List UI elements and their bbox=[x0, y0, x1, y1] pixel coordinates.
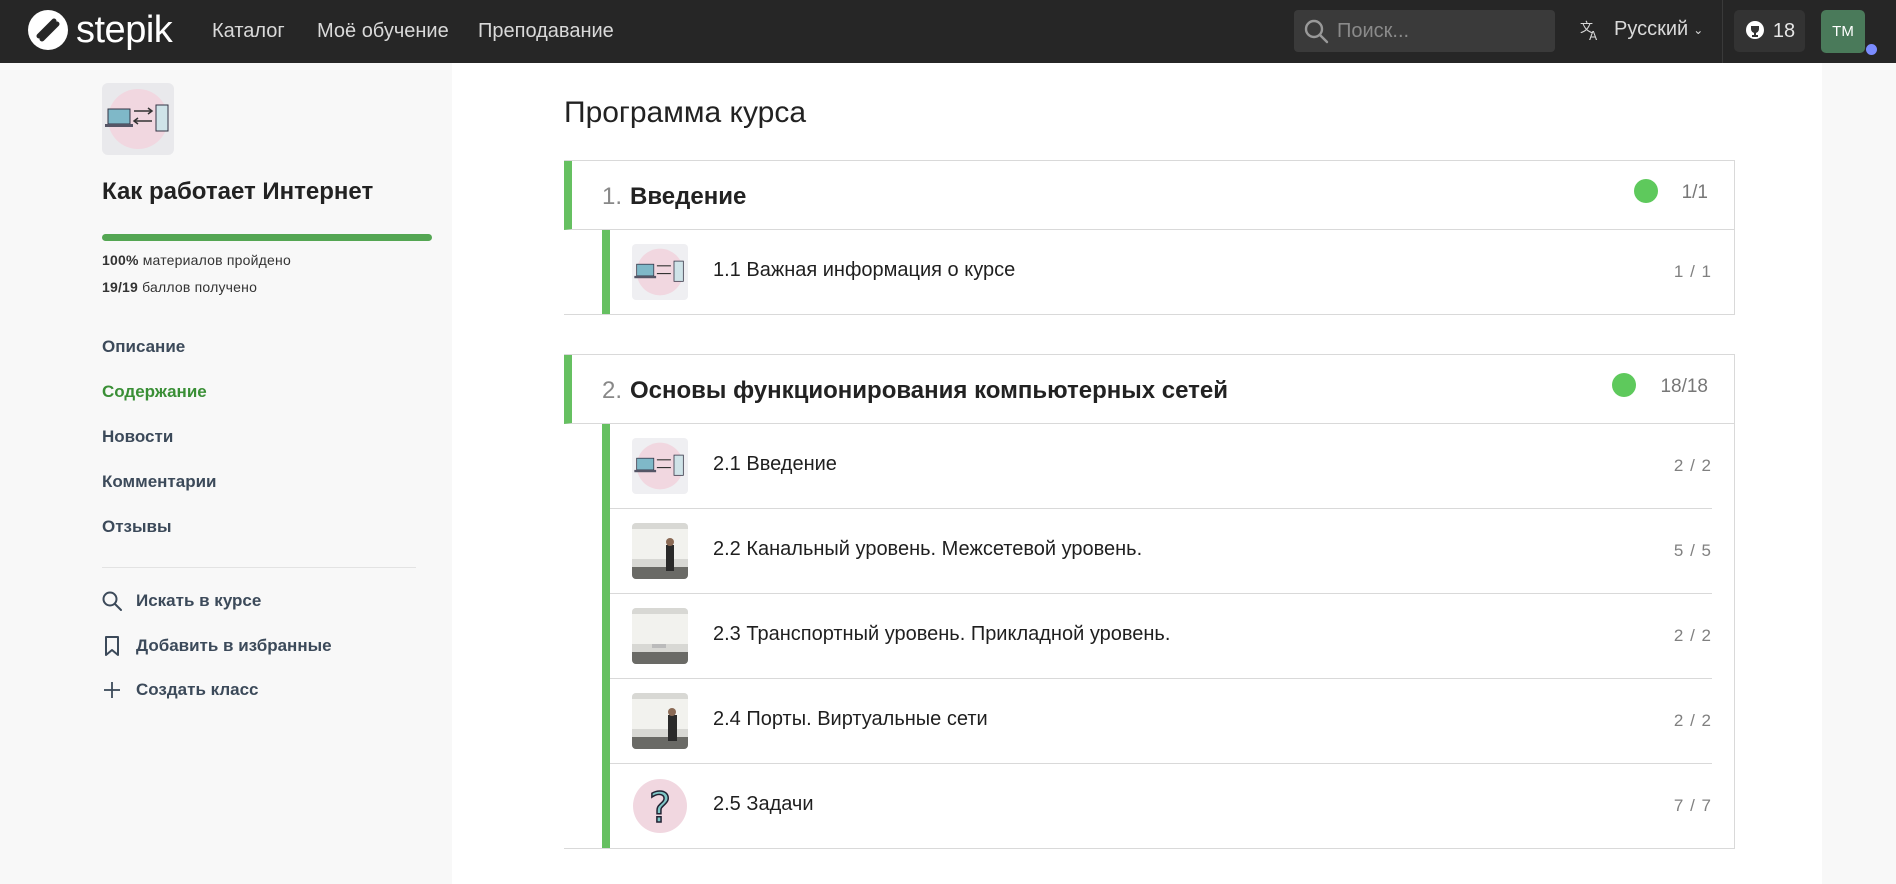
search-box[interactable] bbox=[1294, 10, 1555, 52]
stepik-logo-icon bbox=[28, 10, 68, 50]
lesson-list: 2.1 Введение 2 / 2 2.2 Канальный уровень… bbox=[602, 424, 1734, 848]
sidebar-link-contents[interactable]: Содержание bbox=[102, 382, 207, 402]
sidebar-link-reviews[interactable]: Отзывы bbox=[102, 517, 172, 537]
add-to-favorites-button[interactable]: Добавить в избранные bbox=[100, 635, 332, 657]
cups-counter[interactable]: 18 bbox=[1734, 10, 1805, 52]
question-mark-icon: ? bbox=[633, 779, 687, 833]
stepik-logo[interactable]: stepik bbox=[27, 9, 173, 51]
section-number: 1. bbox=[602, 183, 623, 210]
create-class-button[interactable]: Создать класс bbox=[100, 680, 259, 700]
lesson-thumbnail bbox=[632, 244, 688, 300]
right-gutter bbox=[1822, 63, 1896, 884]
lesson-thumbnail bbox=[632, 693, 688, 749]
lecture-photo-icon bbox=[632, 608, 688, 664]
user-avatar[interactable]: TM bbox=[1821, 10, 1865, 53]
language-selector[interactable]: 文 A Русский ⌄ bbox=[1580, 18, 1703, 41]
lesson-thumbnail bbox=[632, 608, 688, 664]
cups-count: 18 bbox=[1772, 19, 1796, 42]
course-sidebar: Как работает Интернет 100% материалов пр… bbox=[0, 63, 452, 884]
lesson-title: 1.1 Важная информация о курсе bbox=[713, 259, 1016, 281]
course-progress-bar bbox=[102, 234, 432, 241]
lesson-item[interactable]: 2.4 Порты. Виртуальные сети 2 / 2 bbox=[610, 679, 1712, 764]
lesson-thumbnail bbox=[632, 438, 688, 494]
lesson-title: 2.4 Порты. Виртуальные сети bbox=[713, 708, 988, 730]
lesson-thumbnail: ? bbox=[632, 778, 688, 834]
search-input[interactable] bbox=[1335, 18, 1539, 44]
lesson-title: 2.1 Введение bbox=[713, 453, 837, 475]
network-icon bbox=[634, 248, 684, 296]
cup-icon bbox=[1745, 21, 1764, 39]
section-score: 18/18 bbox=[1660, 376, 1708, 397]
lesson-thumbnail bbox=[632, 523, 688, 579]
section-header[interactable]: 1. Введение 1/1 bbox=[564, 161, 1734, 230]
lesson-item[interactable]: 2.1 Введение 2 / 2 bbox=[610, 424, 1712, 509]
stat-materials: 100% материалов пройдено bbox=[102, 252, 291, 268]
lesson-score: 2 / 2 bbox=[1673, 711, 1712, 730]
course-thumbnail[interactable] bbox=[102, 83, 174, 155]
search-icon bbox=[100, 590, 124, 612]
section-number: 2. bbox=[602, 377, 623, 404]
svg-text:A: A bbox=[1589, 29, 1598, 41]
course-section: 2. Основы функционирования компьютерных … bbox=[564, 354, 1735, 849]
notification-dot bbox=[1865, 43, 1878, 56]
add-to-favorites-label: Добавить в избранные bbox=[136, 636, 332, 655]
lesson-item[interactable]: 2.2 Канальный уровень. Межсетевой уровен… bbox=[610, 509, 1712, 594]
section-complete-dot bbox=[1612, 373, 1636, 397]
nav-link-my-learning[interactable]: Моё обучение bbox=[317, 20, 449, 43]
lecture-photo-icon bbox=[632, 523, 688, 579]
network-icon bbox=[634, 442, 684, 490]
lesson-score: 2 / 2 bbox=[1673, 626, 1712, 645]
section-title: Введение bbox=[630, 183, 747, 210]
chevron-down-icon: ⌄ bbox=[1693, 22, 1704, 37]
lesson-score: 7 / 7 bbox=[1673, 796, 1712, 815]
svg-text:?: ? bbox=[649, 783, 671, 832]
sidebar-link-description[interactable]: Описание bbox=[102, 337, 185, 357]
lesson-item[interactable]: ? 2.5 Задачи 7 / 7 bbox=[610, 764, 1712, 848]
sidebar-link-news[interactable]: Новости bbox=[102, 427, 173, 447]
lesson-score: 1 / 1 bbox=[1673, 262, 1712, 281]
lesson-item[interactable]: 1.1 Важная информация о курсе 1 / 1 bbox=[610, 230, 1712, 314]
section-header[interactable]: 2. Основы функционирования компьютерных … bbox=[564, 355, 1734, 424]
lesson-score: 5 / 5 bbox=[1673, 541, 1712, 560]
lesson-list: 1.1 Важная информация о курсе 1 / 1 bbox=[602, 230, 1734, 314]
network-icon bbox=[105, 89, 169, 149]
lesson-title: 2.2 Канальный уровень. Межсетевой уровен… bbox=[713, 538, 1143, 560]
sidebar-divider bbox=[102, 567, 416, 568]
create-class-label: Создать класс bbox=[136, 680, 259, 699]
search-in-course-button[interactable]: Искать в курсе bbox=[100, 590, 261, 612]
stat-points-label: баллов получено bbox=[142, 279, 258, 295]
lesson-item[interactable]: 2.3 Транспортный уровень. Прикладной уро… bbox=[610, 594, 1712, 679]
stat-points-value: 19/19 bbox=[102, 279, 139, 295]
plus-icon bbox=[100, 680, 124, 700]
logo-text: stepik bbox=[76, 9, 173, 51]
nav-link-catalog[interactable]: Каталог bbox=[212, 20, 285, 43]
stat-materials-value: 100% bbox=[102, 252, 139, 268]
bookmark-icon bbox=[100, 635, 124, 657]
section-title: Основы функционирования компьютерных сет… bbox=[630, 377, 1229, 404]
course-title: Как работает Интернет bbox=[102, 178, 374, 205]
lesson-score: 2 / 2 bbox=[1673, 456, 1712, 475]
search-icon bbox=[1304, 19, 1329, 44]
translate-icon: 文 A bbox=[1580, 21, 1598, 41]
stat-materials-label: материалов пройдено bbox=[142, 252, 291, 268]
section-score: 1/1 bbox=[1681, 182, 1708, 203]
lesson-title: 2.3 Транспортный уровень. Прикладной уро… bbox=[713, 623, 1171, 645]
lesson-title: 2.5 Задачи bbox=[713, 793, 814, 815]
page-title: Программа курса bbox=[564, 96, 807, 129]
nav-divider bbox=[1722, 0, 1723, 63]
stat-points: 19/19 баллов получено bbox=[102, 279, 257, 295]
nav-link-teaching[interactable]: Преподавание bbox=[478, 20, 614, 43]
course-section: 1. Введение 1/1 1.1 Важная информация о … bbox=[564, 160, 1735, 315]
language-label: Русский bbox=[1614, 18, 1689, 40]
top-navbar: stepik Каталог Моё обучение Преподавание… bbox=[0, 0, 1896, 63]
search-in-course-label: Искать в курсе bbox=[136, 591, 262, 610]
lecture-photo-icon bbox=[632, 693, 688, 749]
sidebar-link-comments[interactable]: Комментарии bbox=[102, 472, 216, 492]
section-complete-dot bbox=[1634, 179, 1658, 203]
